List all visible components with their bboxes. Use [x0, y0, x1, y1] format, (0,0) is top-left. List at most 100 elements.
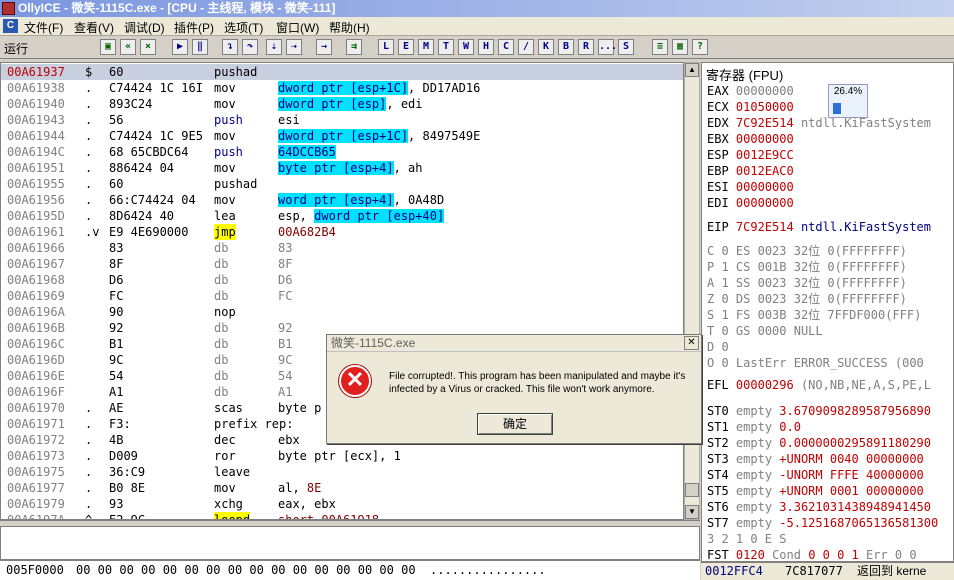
goto-icon[interactable]: ⇉	[346, 39, 362, 55]
disasm-address: 00A61938	[7, 81, 65, 95]
disasm-mnemonic: db	[214, 337, 229, 351]
fpu-err: Err 0 0	[866, 548, 917, 562]
pause-icon[interactable]: ‖	[192, 39, 208, 55]
disasm-row[interactable]: 00A6195D. 8D6424 40 lea esp, dword ptr [esp…	[1, 208, 683, 224]
call-stack-window-button[interactable]: K	[538, 39, 554, 55]
close-icon[interactable]: ✕	[684, 336, 699, 350]
register-row[interactable]: ST3 empty +UNORM 0040 00000000	[707, 451, 924, 467]
disassembly-pane[interactable]: 00A61937 $60 pushad 00A61938. C74424 1C 16I m…	[0, 62, 684, 520]
threads-window-button[interactable]: T	[438, 39, 454, 55]
execute-till-return-icon[interactable]: →	[316, 39, 332, 55]
register-row[interactable]: 3 2 1 0 E S	[707, 531, 786, 547]
register-row[interactable]: ST4 empty -UNORM FFFE 40000000	[707, 467, 924, 483]
disasm-row[interactable]: 00A61937 $60 pushad	[1, 64, 683, 80]
register-row[interactable]: D 0	[707, 339, 750, 355]
run-trace-window-button[interactable]: ...	[598, 39, 617, 55]
help-icon[interactable]: ?	[692, 39, 708, 55]
disasm-row[interactable]: 00A61943. 56 push esi	[1, 112, 683, 128]
register-row[interactable]: ST1 empty 0.0	[707, 419, 801, 435]
patches-window-button[interactable]: /	[518, 39, 534, 55]
stack-pane[interactable]: 0012FFC4 7C817077 返回到 kerne	[701, 562, 954, 580]
menu-plugins[interactable]: 插件(P)	[174, 19, 214, 36]
register-row[interactable]: EIP 7C92E514 ntdll.KiFastSystem	[707, 219, 931, 235]
dialog-titlebar[interactable]: 微笑-1115C.exe	[327, 335, 701, 352]
close-process-icon[interactable]: ×	[140, 39, 156, 55]
scroll-thumb[interactable]	[685, 483, 699, 497]
disasm-row[interactable]: 00A61967 8F db 8F	[1, 256, 683, 272]
disasm-row[interactable]: 00A61975. 36:C9 leave	[1, 464, 683, 480]
menu-window[interactable]: 窗口(W)	[276, 19, 319, 36]
breakpoints-window-button[interactable]: B	[558, 39, 574, 55]
modules-window-button[interactable]: E	[398, 39, 414, 55]
register-row[interactable]: S 1 FS 003B 32位 7FFDF000(FFF)	[707, 307, 921, 323]
register-row[interactable]: A 1 SS 0023 32位 0(FFFFFFFF)	[707, 275, 907, 291]
references-window-button[interactable]: R	[578, 39, 594, 55]
register-row[interactable]: EBP 0012EAC0	[707, 163, 801, 179]
register-row[interactable]: ESI 00000000	[707, 179, 801, 195]
open-icon[interactable]: ▣	[100, 39, 116, 55]
register-row[interactable]: T 0 GS 0000 NULL	[707, 323, 830, 339]
register-row[interactable]: EDI 00000000	[707, 195, 801, 211]
register-row[interactable]: ECX 01050000	[707, 99, 801, 115]
disassembly-scrollbar[interactable]: ▲ ▼	[684, 62, 700, 520]
register-row[interactable]: ST5 empty +UNORM 0001 00000000	[707, 483, 924, 499]
disasm-row[interactable]: 00A6196A 90 nop	[1, 304, 683, 320]
menu-view[interactable]: 查看(V)	[74, 19, 114, 36]
menu-file[interactable]: 文件(F)	[24, 19, 63, 36]
disasm-row[interactable]: 00A61969 FC db FC	[1, 288, 683, 304]
disasm-row[interactable]: 00A61968 D6 db D6	[1, 272, 683, 288]
run-icon[interactable]: ▶	[172, 39, 188, 55]
step-over-icon[interactable]: ↷	[242, 39, 258, 55]
memory-window-button[interactable]: M	[418, 39, 434, 55]
disasm-row[interactable]: 00A6197A ^ E2 9C loopd short 00A61918	[1, 512, 683, 519]
register-row[interactable]: EAX 00000000	[707, 83, 801, 99]
disasm-row[interactable]: 00A61944. C74424 1C 9E5 mov dword ptr [esp+…	[1, 128, 683, 144]
disasm-row[interactable]: 00A61979. 93 xchg eax, ebx	[1, 496, 683, 512]
windows-window-button[interactable]: W	[458, 39, 474, 55]
cpu-window-button[interactable]: C	[498, 39, 514, 55]
registers-pane[interactable]: 寄存器 (FPU) EAX 00000000 ECX 01050000 EDX …	[701, 62, 954, 562]
disasm-row[interactable]: 00A6194C. 68 65CBDC64 push 64DCCB65	[1, 144, 683, 160]
register-row[interactable]: EBX 00000000	[707, 131, 801, 147]
register-row[interactable]: Z 0 DS 0023 32位 0(FFFFFFFF)	[707, 291, 907, 307]
menu-options[interactable]: 选项(T)	[224, 19, 263, 36]
disasm-row[interactable]: 00A61951. 886424 04 mov byte ptr [esp+4], a…	[1, 160, 683, 176]
register-row[interactable]: O 0 LastErr ERROR_SUCCESS (000	[707, 355, 931, 371]
menu-help[interactable]: 帮助(H)	[329, 19, 370, 36]
register-row[interactable]: C 0 ES 0023 32位 0(FFFFFFFF)	[707, 243, 907, 259]
ok-button[interactable]: 确定	[477, 413, 553, 435]
register-row[interactable]: EDX 7C92E514 ntdll.KiFastSystem	[707, 115, 931, 131]
scroll-down-icon[interactable]: ▼	[685, 505, 699, 519]
handles-window-button[interactable]: H	[478, 39, 494, 55]
dump-pane[interactable]: 005F0000 00 00 00 00 00 00 00 00 00 00 0…	[0, 560, 700, 580]
list-icon[interactable]: ≡	[652, 39, 668, 55]
disasm-row[interactable]: 00A61955. 60 pushad	[1, 176, 683, 192]
register-row[interactable]: ST2 empty 0.0000000295891180290	[707, 435, 931, 451]
disasm-row[interactable]: 00A61938. C74424 1C 16I mov dword ptr [esp+…	[1, 80, 683, 96]
register-row[interactable]: ST7 empty -5.1251687065136581300	[707, 515, 938, 531]
register-row[interactable]: FST 0120 Cond 0 0 0 1 Err 0 0	[707, 547, 917, 562]
restart-icon[interactable]: «	[120, 39, 136, 55]
disasm-hex: F3:	[109, 417, 131, 431]
source-window-button[interactable]: S	[618, 39, 634, 55]
grid-icon[interactable]: ▦	[672, 39, 688, 55]
log-window-button[interactable]: L	[378, 39, 394, 55]
trace-over-icon[interactable]: ⇢	[286, 39, 302, 55]
step-into-icon[interactable]: ↴	[222, 39, 238, 55]
disasm-row[interactable]: 00A61973. D009 ror byte ptr [ecx], 1	[1, 448, 683, 464]
scroll-up-icon[interactable]: ▲	[685, 63, 699, 77]
disasm-row[interactable]: 00A61956. 66:C74424 04 mov word ptr [esp+4]…	[1, 192, 683, 208]
cpu-window-icon[interactable]: C	[3, 19, 18, 33]
register-row[interactable]: EFL 00000296 (NO,NB,NE,A,S,PE,L	[707, 377, 931, 393]
registers-title[interactable]: 寄存器 (FPU)	[706, 65, 783, 84]
disasm-row[interactable]: 00A61940. 893C24 mov dword ptr [esp], edi	[1, 96, 683, 112]
menu-debug[interactable]: 调试(D)	[124, 19, 165, 36]
register-row[interactable]: ST6 empty 3.3621031438948941450	[707, 499, 931, 515]
disasm-row[interactable]: 00A61966 83 db 83	[1, 240, 683, 256]
disasm-row[interactable]: 00A61977. B0 8E mov al, 8E	[1, 480, 683, 496]
register-row[interactable]: ESP 0012E9CC	[707, 147, 801, 163]
register-row[interactable]: ST0 empty 3.6709098289587956890	[707, 403, 931, 419]
trace-into-icon[interactable]: ⇣	[266, 39, 282, 55]
disasm-row[interactable]: 00A61961 .v E9 4E690000 jmp 00A682B4	[1, 224, 683, 240]
register-row[interactable]: P 1 CS 001B 32位 0(FFFFFFFF)	[707, 259, 907, 275]
